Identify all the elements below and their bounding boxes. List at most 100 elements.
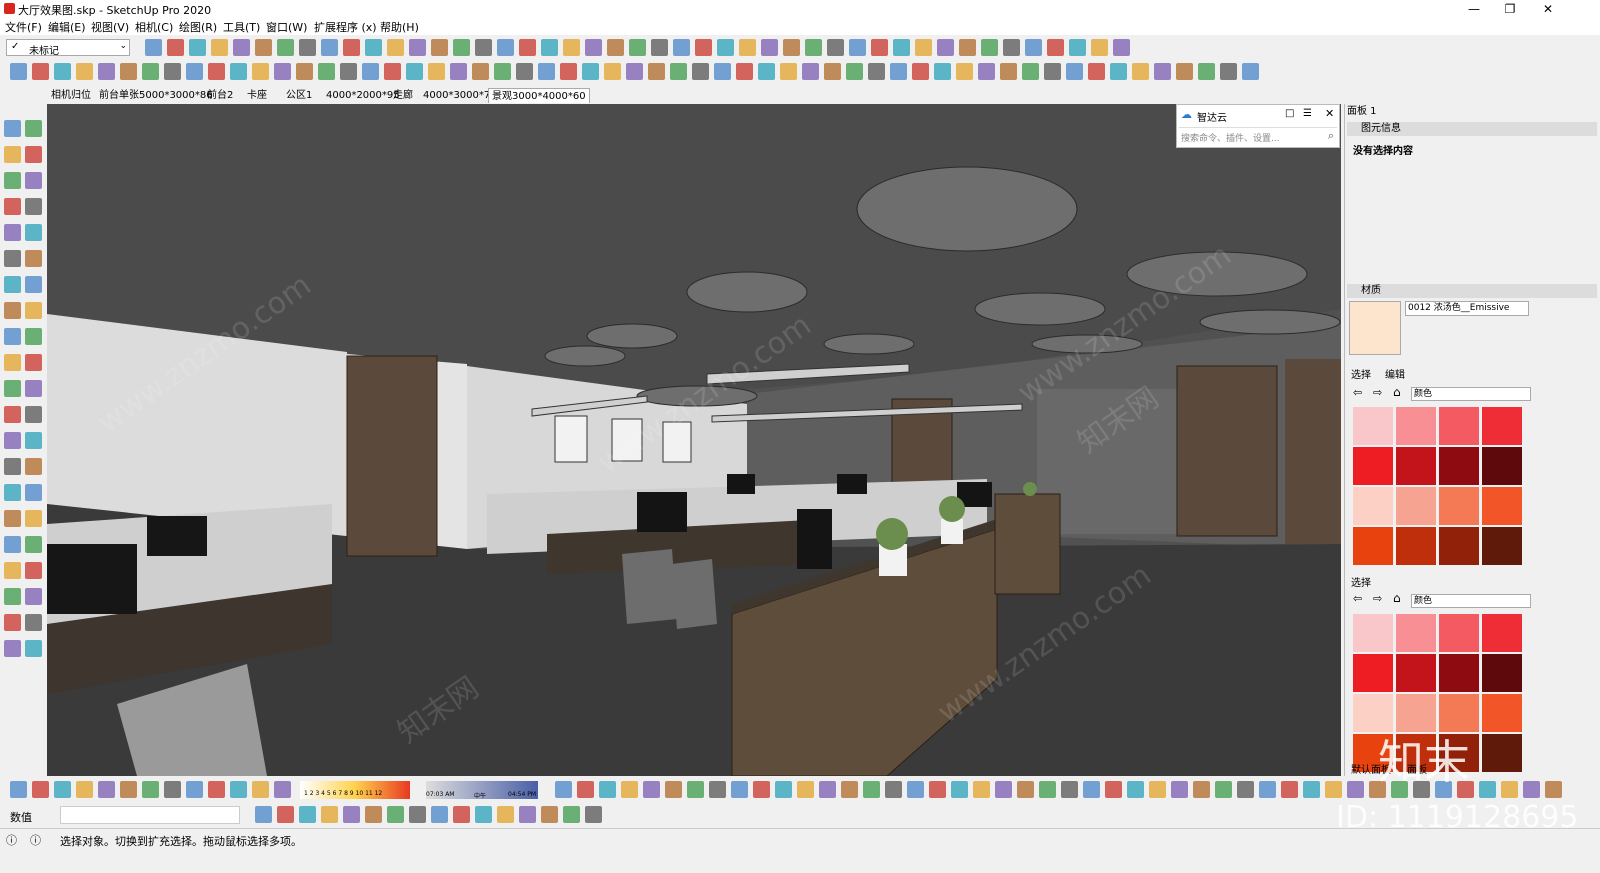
toolbar-tool-icon[interactable] bbox=[164, 781, 181, 798]
toolbar-tool-icon[interactable] bbox=[915, 39, 932, 56]
toolbar-tool-icon[interactable] bbox=[1171, 781, 1188, 798]
toolbar-tool-icon[interactable] bbox=[626, 63, 643, 80]
toolbar-tool-icon[interactable] bbox=[560, 63, 577, 80]
scene-tab[interactable]: 卡座 bbox=[244, 88, 270, 103]
toolbar-tool-icon[interactable] bbox=[1325, 781, 1342, 798]
toolbar-tool-icon[interactable] bbox=[846, 63, 863, 80]
toolbar-tool-icon[interactable] bbox=[321, 806, 338, 823]
toolbar-tool-icon[interactable] bbox=[629, 39, 646, 56]
material-swatch[interactable] bbox=[1353, 527, 1393, 565]
toolbar-tool-icon[interactable] bbox=[431, 39, 448, 56]
close-icon[interactable]: ✕ bbox=[1325, 107, 1334, 120]
toolbar-tool-icon[interactable] bbox=[1061, 781, 1078, 798]
toolbar-tool-icon[interactable] bbox=[937, 39, 954, 56]
toolbar-tool-icon[interactable] bbox=[208, 781, 225, 798]
toolbar-tool-icon[interactable] bbox=[934, 63, 951, 80]
shadow-time-slider[interactable]: 07:03 AM 中午 04:54 PM bbox=[426, 781, 538, 800]
tab-select[interactable]: 选择 bbox=[1351, 366, 1371, 381]
toolbar-tool-icon[interactable] bbox=[995, 781, 1012, 798]
toolbar-tool-icon[interactable] bbox=[98, 781, 115, 798]
drawing-tool-icon[interactable] bbox=[4, 224, 21, 241]
drawing-tool-icon[interactable] bbox=[25, 458, 42, 475]
drawing-tool-icon[interactable] bbox=[4, 328, 21, 345]
toolbar-tool-icon[interactable] bbox=[849, 39, 866, 56]
toolbar-tool-icon[interactable] bbox=[76, 63, 93, 80]
toolbar-tool-icon[interactable] bbox=[673, 39, 690, 56]
toolbar-tool-icon[interactable] bbox=[907, 781, 924, 798]
toolbar-tool-icon[interactable] bbox=[32, 781, 49, 798]
toolbar-tool-icon[interactable] bbox=[775, 781, 792, 798]
menu-icon[interactable]: ☰ bbox=[1303, 108, 1312, 119]
toolbar-tool-icon[interactable] bbox=[1025, 39, 1042, 56]
toolbar-tool-icon[interactable] bbox=[1220, 63, 1237, 80]
toolbar-tool-icon[interactable] bbox=[1347, 781, 1364, 798]
material-swatch[interactable] bbox=[1439, 614, 1479, 652]
toolbar-tool-icon[interactable] bbox=[453, 39, 470, 56]
toolbar-tool-icon[interactable] bbox=[211, 39, 228, 56]
material-swatch[interactable] bbox=[1482, 614, 1522, 652]
scene-tab[interactable]: 走廊 bbox=[390, 88, 416, 103]
materials-header[interactable]: 材质 bbox=[1347, 284, 1597, 298]
drawing-tool-icon[interactable] bbox=[4, 640, 21, 657]
drawing-tool-icon[interactable] bbox=[25, 328, 42, 345]
toolbar-tool-icon[interactable] bbox=[648, 63, 665, 80]
material-swatch[interactable] bbox=[1482, 694, 1522, 732]
toolbar-tool-icon[interactable] bbox=[868, 63, 885, 80]
toolbar-tool-icon[interactable] bbox=[1047, 39, 1064, 56]
toolbar-tool-icon[interactable] bbox=[1022, 63, 1039, 80]
drawing-tool-icon[interactable] bbox=[25, 484, 42, 501]
toolbar-tool-icon[interactable] bbox=[758, 63, 775, 80]
toolbar-tool-icon[interactable] bbox=[255, 39, 272, 56]
toolbar-tool-icon[interactable] bbox=[1113, 39, 1130, 56]
drawing-tool-icon[interactable] bbox=[4, 432, 21, 449]
toolbar-tool-icon[interactable] bbox=[233, 39, 250, 56]
toolbar-tool-icon[interactable] bbox=[277, 39, 294, 56]
toolbar-tool-icon[interactable] bbox=[1545, 781, 1562, 798]
menu-camera[interactable]: 相机(C) bbox=[135, 19, 173, 35]
toolbar-tool-icon[interactable] bbox=[577, 781, 594, 798]
toolbar-tool-icon[interactable] bbox=[1105, 781, 1122, 798]
drawing-tool-icon[interactable] bbox=[25, 380, 42, 397]
toolbar-tool-icon[interactable] bbox=[802, 63, 819, 80]
toolbar-tool-icon[interactable] bbox=[780, 63, 797, 80]
toolbar-tool-icon[interactable] bbox=[1132, 63, 1149, 80]
toolbar-tool-icon[interactable] bbox=[1044, 63, 1061, 80]
material-library-dropdown-2[interactable]: 颜色 bbox=[1411, 594, 1531, 608]
toolbar-tool-icon[interactable] bbox=[824, 63, 841, 80]
toolbar-tool-icon[interactable] bbox=[277, 806, 294, 823]
toolbar-tool-icon[interactable] bbox=[453, 806, 470, 823]
drawing-tool-icon[interactable] bbox=[25, 198, 42, 215]
drawing-tool-icon[interactable] bbox=[25, 432, 42, 449]
toolbar-tool-icon[interactable] bbox=[519, 806, 536, 823]
toolbar-tool-icon[interactable] bbox=[736, 63, 753, 80]
toolbar-tool-icon[interactable] bbox=[186, 63, 203, 80]
toolbar-tool-icon[interactable] bbox=[1215, 781, 1232, 798]
material-swatch[interactable] bbox=[1353, 614, 1393, 652]
drawing-tool-icon[interactable] bbox=[4, 484, 21, 501]
drawing-tool-icon[interactable] bbox=[25, 224, 42, 241]
material-swatch[interactable] bbox=[1439, 527, 1479, 565]
toolbar-tool-icon[interactable] bbox=[538, 63, 555, 80]
material-swatch[interactable] bbox=[1482, 407, 1522, 445]
toolbar-tool-icon[interactable] bbox=[54, 63, 71, 80]
toolbar-tool-icon[interactable] bbox=[1069, 39, 1086, 56]
toolbar-tool-icon[interactable] bbox=[885, 781, 902, 798]
menu-tools[interactable]: 工具(T) bbox=[223, 19, 260, 35]
material-swatch[interactable] bbox=[1439, 407, 1479, 445]
toolbar-tool-icon[interactable] bbox=[1083, 781, 1100, 798]
back-arrow-icon[interactable]: ⇦ bbox=[1353, 386, 1362, 399]
toolbar-tool-icon[interactable] bbox=[555, 781, 572, 798]
toolbar-tool-icon[interactable] bbox=[1127, 781, 1144, 798]
toolbar-tool-icon[interactable] bbox=[274, 781, 291, 798]
toolbar-tool-icon[interactable] bbox=[563, 39, 580, 56]
toolbar-tool-icon[interactable] bbox=[321, 39, 338, 56]
drawing-tool-icon[interactable] bbox=[25, 172, 42, 189]
tab-edit[interactable]: 编辑 bbox=[1385, 366, 1405, 381]
home-icon[interactable]: ⌂ bbox=[1393, 591, 1401, 605]
material-swatch[interactable] bbox=[1439, 487, 1479, 525]
toolbar-tool-icon[interactable] bbox=[1303, 781, 1320, 798]
material-swatch[interactable] bbox=[1353, 654, 1393, 692]
toolbar-tool-icon[interactable] bbox=[208, 63, 225, 80]
toolbar-tool-icon[interactable] bbox=[929, 781, 946, 798]
toolbar-tool-icon[interactable] bbox=[1154, 63, 1171, 80]
